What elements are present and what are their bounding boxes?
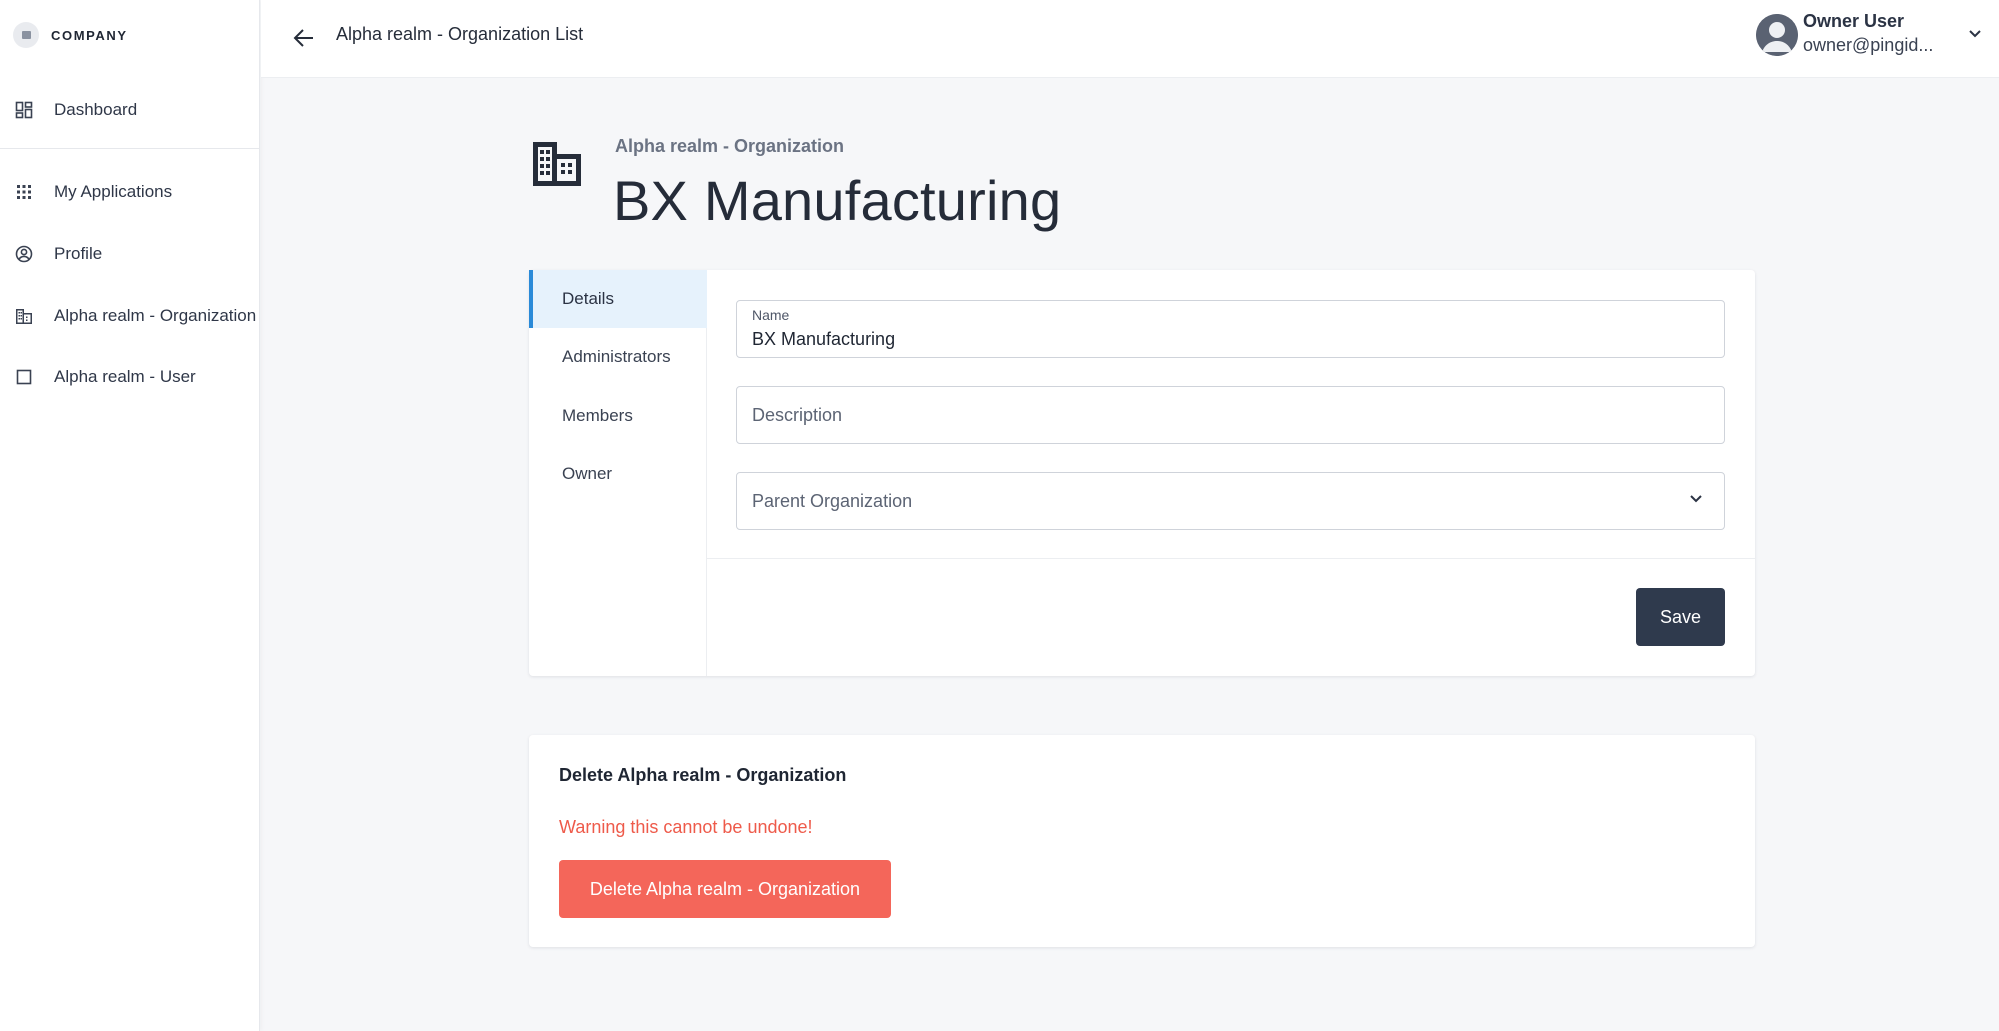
tab-details[interactable]: Details xyxy=(529,270,707,328)
delete-organization-card: Delete Alpha realm - Organization Warnin… xyxy=(529,735,1755,947)
delete-title: Delete Alpha realm - Organization xyxy=(559,765,847,785)
description-field[interactable]: Description xyxy=(736,386,1725,444)
sidebar-item-dashboard[interactable]: Dashboard xyxy=(0,90,259,130)
square-icon xyxy=(15,368,33,386)
avatar-icon xyxy=(1756,14,1798,56)
sidebar-divider xyxy=(0,148,259,149)
sidebar: COMPANY Dashboard My Applications Profil… xyxy=(0,0,260,1031)
sidebar-item-label: Dashboard xyxy=(54,100,138,119)
save-button[interactable]: Save xyxy=(1636,588,1725,646)
tab-list: Details Administrators Members Owner xyxy=(529,270,707,676)
arrow-left-icon xyxy=(293,29,313,47)
chevron-down-icon xyxy=(1690,495,1702,503)
sidebar-item-label: Profile xyxy=(54,244,103,263)
description-placeholder: Description xyxy=(752,405,843,425)
sidebar-item-my-applications[interactable]: My Applications xyxy=(0,172,259,212)
tab-members[interactable]: Members xyxy=(529,387,707,445)
chevron-down-icon xyxy=(1969,30,1981,38)
sidebar-item-label: Alpha realm - User xyxy=(54,367,196,386)
card-divider xyxy=(707,558,1755,559)
tab-administrators[interactable]: Administrators xyxy=(529,328,707,386)
back-button[interactable] xyxy=(288,22,320,54)
sidebar-item-label: My Applications xyxy=(54,182,173,201)
parent-organization-select[interactable]: Parent Organization xyxy=(736,472,1725,530)
organization-details-card: Details Administrators Members Owner Nam… xyxy=(529,270,1755,676)
name-field[interactable]: Name BX Manufacturing xyxy=(736,300,1725,358)
sidebar-item-profile[interactable]: Profile xyxy=(0,234,259,274)
apps-grid-icon xyxy=(15,183,33,201)
page-title: BX Manufacturing xyxy=(613,169,1062,232)
brand[interactable]: COMPANY xyxy=(0,0,259,70)
delete-warning: Warning this cannot be undone! xyxy=(559,817,813,837)
user-menu[interactable]: Owner User owner@pingid... xyxy=(1749,0,1999,78)
breadcrumb[interactable]: Alpha realm - Organization List xyxy=(336,24,583,45)
brand-name: COMPANY xyxy=(51,27,128,43)
building-icon xyxy=(531,140,583,188)
dashboard-icon xyxy=(15,101,33,119)
name-value: BX Manufacturing xyxy=(752,329,896,349)
user-circle-icon xyxy=(15,245,33,263)
sidebar-item-user[interactable]: Alpha realm - User xyxy=(0,357,259,397)
building-icon xyxy=(15,307,33,325)
name-label: Name xyxy=(752,307,790,323)
user-email: owner@pingid... xyxy=(1803,35,1934,55)
company-logo-icon xyxy=(13,22,39,48)
sidebar-item-label: Alpha realm - Organization xyxy=(54,306,257,325)
user-name: Owner User xyxy=(1803,11,1905,31)
page-subtitle: Alpha realm - Organization xyxy=(615,136,845,156)
top-bar: Alpha realm - Organization List Owner Us… xyxy=(261,0,1999,78)
tab-owner[interactable]: Owner xyxy=(529,445,707,503)
delete-organization-button[interactable]: Delete Alpha realm - Organization xyxy=(559,860,891,918)
sidebar-item-organization[interactable]: Alpha realm - Organization xyxy=(0,296,259,336)
parent-organization-placeholder: Parent Organization xyxy=(752,491,913,511)
